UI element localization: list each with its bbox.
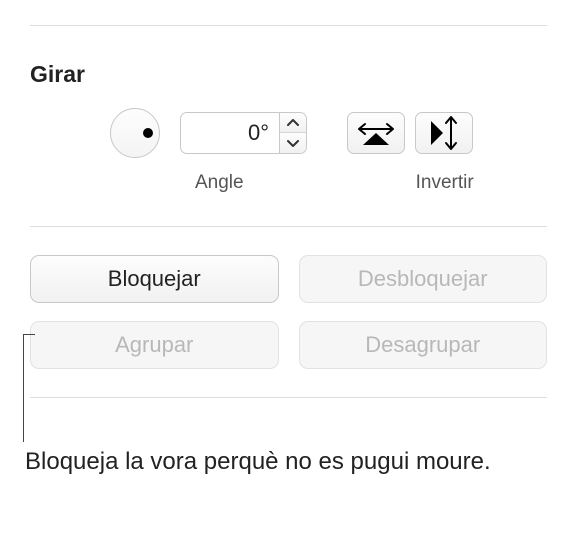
callout-connector — [23, 334, 24, 442]
angle-increment-button[interactable] — [280, 113, 306, 133]
angle-label: Angle — [195, 172, 244, 194]
callout-connector — [23, 334, 35, 335]
angle-input[interactable] — [180, 112, 280, 154]
flip-horizontal-icon — [357, 119, 395, 147]
angle-decrement-button[interactable] — [280, 133, 306, 153]
chevron-up-icon — [287, 119, 299, 127]
flip-horizontal-button[interactable] — [347, 112, 405, 154]
callout-text: Bloqueja la vora perquè no es pugui mour… — [25, 446, 491, 477]
flip-vertical-button[interactable] — [415, 112, 473, 154]
flip-vertical-icon — [429, 115, 459, 151]
rotate-section-title: Girar — [30, 61, 547, 88]
rotation-dial[interactable] — [110, 108, 160, 158]
lock-button[interactable]: Bloquejar — [30, 255, 279, 303]
chevron-down-icon — [287, 139, 299, 147]
invert-label: Invertir — [416, 172, 474, 194]
angle-stepper[interactable] — [280, 112, 307, 154]
group-button: Agrupar — [30, 321, 279, 369]
unlock-button: Desbloquejar — [299, 255, 548, 303]
ungroup-button: Desagrupar — [299, 321, 548, 369]
